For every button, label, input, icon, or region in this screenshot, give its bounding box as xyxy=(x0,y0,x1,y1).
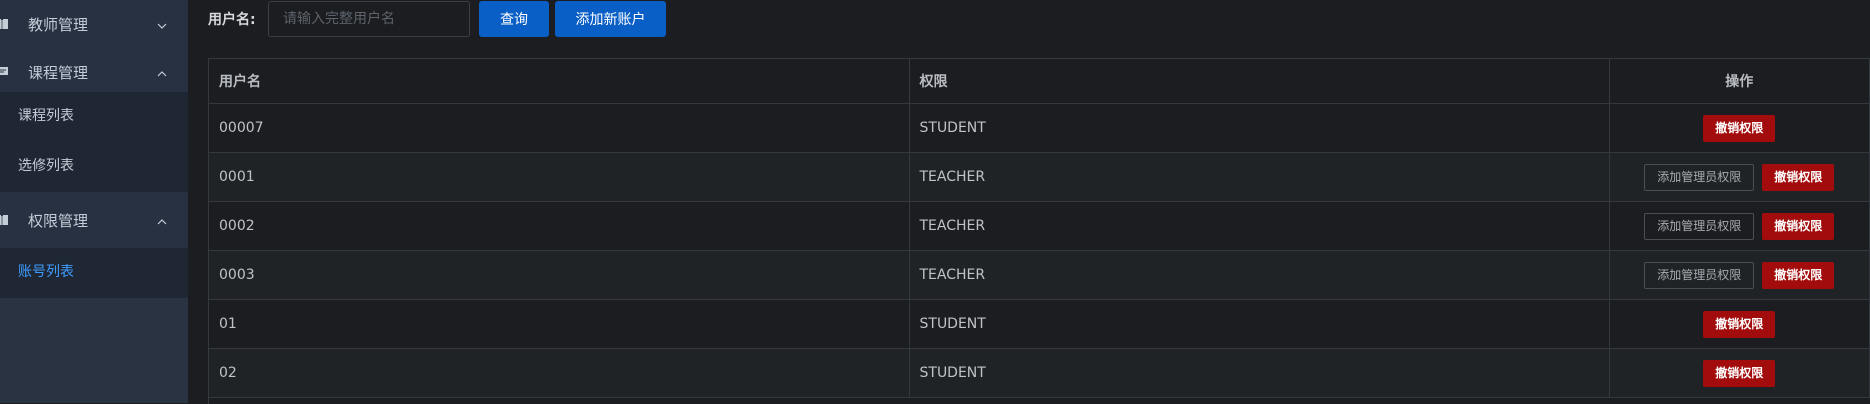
chat-icon xyxy=(0,64,10,80)
menu-group-label: 教师管理 xyxy=(28,16,89,34)
column-header-actions: 操作 xyxy=(1609,59,1870,104)
add-admin-permission-button[interactable]: 添加管理员权限 xyxy=(1644,212,1755,240)
revoke-permission-button[interactable]: 撤销权限 xyxy=(1703,310,1776,338)
add-admin-permission-button[interactable]: 添加管理员权限 xyxy=(1644,163,1755,191)
cell-actions: 添加管理员权限 撤销权限 xyxy=(1609,201,1870,251)
cell-role: TEACHER xyxy=(909,250,1610,300)
cell-username: 01 xyxy=(209,299,910,349)
cell-role: TEACHER xyxy=(909,152,1610,202)
sidebar-item-label: 账号列表 xyxy=(18,264,74,280)
sidebar-item-label: 选修列表 xyxy=(18,158,74,174)
main-content: 用户名: 查询 添加新账户 用户名 权限 操作 00007 STUDENT 撤销 xyxy=(188,0,1870,404)
query-button[interactable]: 查询 xyxy=(479,1,549,37)
cell-actions: 撤销权限 xyxy=(1609,299,1870,349)
revoke-permission-button[interactable]: 撤销权限 xyxy=(1762,212,1835,240)
table-row: 02 STUDENT 撤销权限 xyxy=(209,348,1870,398)
table-row: 0003 TEACHER 添加管理员权限 撤销权限 xyxy=(209,250,1870,300)
book-icon xyxy=(0,212,10,228)
chevron-down-icon xyxy=(156,18,168,30)
table-row: 0002 TEACHER 添加管理员权限 撤销权限 xyxy=(209,201,1870,251)
revoke-permission-button[interactable]: 撤销权限 xyxy=(1762,163,1835,191)
cell-role: STUDENT xyxy=(909,103,1610,153)
chevron-up-icon xyxy=(156,66,168,78)
username-search-input[interactable] xyxy=(268,1,470,37)
table-row: 01 STUDENT 撤销权限 xyxy=(209,299,1870,349)
sidebar: 教师管理 课程管理 课程列表 选修列表 权限管理 账号列表 xyxy=(0,0,188,403)
cell-username: 00007 xyxy=(209,103,910,153)
cell-role: TEACHER xyxy=(909,201,1610,251)
cell-role: STUDENT xyxy=(909,299,1610,349)
cell-username: 0001 xyxy=(209,152,910,202)
revoke-permission-button[interactable]: 撤销权限 xyxy=(1703,114,1776,142)
chevron-up-icon xyxy=(156,214,168,226)
accounts-table: 用户名 权限 操作 00007 STUDENT 撤销权限 0001 TEACHE… xyxy=(208,58,1870,404)
cell-actions: 撤销权限 xyxy=(1609,348,1870,398)
cell-username: 0002 xyxy=(209,201,910,251)
table-header-row: 用户名 权限 操作 xyxy=(209,59,1870,104)
cell-username: 02 xyxy=(209,348,910,398)
sidebar-item-label: 课程列表 xyxy=(18,108,74,124)
cell-role: STUDENT xyxy=(909,348,1610,398)
add-account-button[interactable]: 添加新账户 xyxy=(555,1,666,37)
revoke-permission-button[interactable]: 撤销权限 xyxy=(1762,261,1835,289)
menu-group-permission-management[interactable]: 权限管理 xyxy=(0,192,188,248)
sidebar-item-course-list[interactable]: 课程列表 xyxy=(0,92,188,142)
cell-actions: 撤销权限 xyxy=(1609,103,1870,153)
sidebar-item-elective-list[interactable]: 选修列表 xyxy=(0,142,188,192)
table-row: 00007 STUDENT 撤销权限 xyxy=(209,103,1870,153)
add-admin-permission-button[interactable]: 添加管理员权限 xyxy=(1644,261,1755,289)
menu-group-label: 权限管理 xyxy=(28,212,89,230)
column-header-username: 用户名 xyxy=(209,59,910,104)
table-row: 0001 TEACHER 添加管理员权限 撤销权限 xyxy=(209,152,1870,202)
sidebar-item-account-list[interactable]: 账号列表 xyxy=(0,248,188,298)
revoke-permission-button[interactable]: 撤销权限 xyxy=(1703,359,1776,387)
cell-username: 0003 xyxy=(209,250,910,300)
book-icon xyxy=(0,16,10,32)
cell-actions: 添加管理员权限 撤销权限 xyxy=(1609,152,1870,202)
username-label: 用户名: xyxy=(208,12,256,28)
column-header-role: 权限 xyxy=(909,59,1610,104)
menu-group-label: 课程管理 xyxy=(28,64,89,82)
cell-actions: 添加管理员权限 撤销权限 xyxy=(1609,250,1870,300)
